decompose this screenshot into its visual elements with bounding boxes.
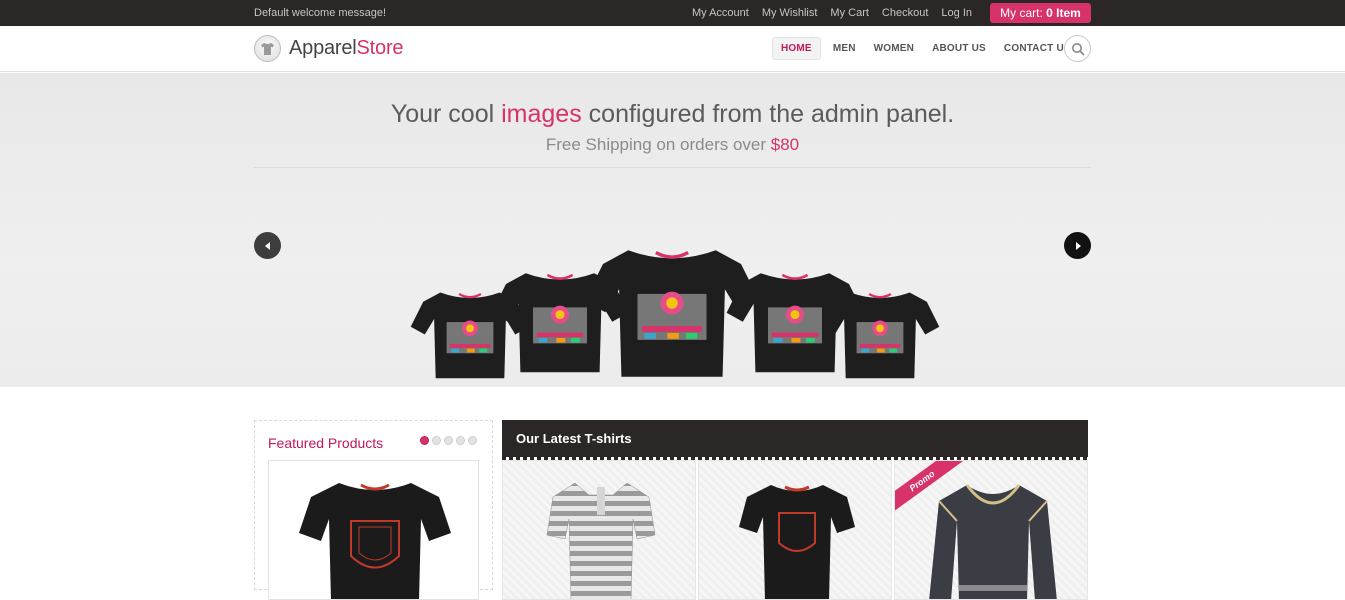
product-card[interactable]	[502, 460, 696, 600]
logo[interactable]: ApparelStore	[254, 35, 404, 62]
featured-product-image[interactable]	[268, 460, 479, 600]
black-tshirt-image	[739, 485, 855, 599]
tshirt-logo-icon	[254, 35, 281, 62]
arrow-left-icon	[264, 241, 270, 250]
featured-dot-3[interactable]	[444, 436, 453, 445]
featured-dot-2[interactable]	[432, 436, 441, 445]
featured-title: Featured Products	[268, 435, 384, 451]
featured-dot-5[interactable]	[468, 436, 477, 445]
striped-polo-image	[546, 482, 656, 599]
hero-sub-amount: $80	[770, 135, 800, 154]
slider-prev-button[interactable]	[254, 232, 281, 259]
cart-label: My cart:	[1000, 6, 1043, 20]
logo-text-store: Store	[356, 37, 404, 59]
nav-men[interactable]: MEN	[827, 37, 862, 60]
hero-tshirts-image	[409, 248, 941, 380]
hero-headline-post: configured from the admin panel.	[581, 100, 955, 128]
checkout-link[interactable]: Checkout	[882, 7, 928, 19]
cart-count: 0 Item	[1046, 6, 1081, 20]
arrow-right-icon	[1075, 241, 1081, 250]
hero-headline-pre: Your cool	[390, 100, 502, 128]
cart-button[interactable]: My cart: 0 Item	[990, 3, 1091, 23]
product-card[interactable]: Promo	[894, 460, 1088, 600]
logo-text-apparel: Apparel	[289, 37, 357, 59]
nav-women[interactable]: WOMEN	[868, 37, 920, 60]
my-cart-link[interactable]: My Cart	[830, 7, 869, 19]
log-in-link[interactable]: Log In	[941, 7, 972, 19]
hero-headline-accent: images	[501, 100, 582, 128]
latest-title: Our Latest T-shirts	[502, 420, 1088, 460]
hero-sub-pre: Free Shipping on orders over	[545, 135, 771, 154]
product-card[interactable]	[698, 460, 892, 600]
hero-divider	[254, 167, 1091, 168]
top-bar: Default welcome message! My Account My W…	[0, 0, 1345, 26]
nav-about-us[interactable]: ABOUT US	[926, 37, 992, 60]
main-nav: HOME MEN WOMEN ABOUT US CONTACT US	[772, 37, 1077, 60]
my-wishlist-link[interactable]: My Wishlist	[762, 7, 818, 19]
my-account-link[interactable]: My Account	[692, 7, 749, 19]
featured-dot-4[interactable]	[456, 436, 465, 445]
account-links: My Account My Wishlist My Cart Checkout …	[692, 7, 972, 19]
hero-slider: Your cool images configured from the adm…	[0, 73, 1345, 387]
site-header: ApparelStore HOME MEN WOMEN ABOUT US CON…	[0, 26, 1345, 72]
search-button[interactable]	[1064, 35, 1091, 62]
logo-text: ApparelStore	[289, 37, 404, 60]
featured-products: Featured Products	[254, 420, 493, 600]
featured-pagination	[420, 436, 477, 445]
latest-tshirts: Our Latest T-shirts Promo	[502, 420, 1088, 600]
hero-subline: Free Shipping on orders over $80	[0, 135, 1345, 155]
slider-next-button[interactable]	[1064, 232, 1091, 259]
hero-headline: Your cool images configured from the adm…	[0, 100, 1345, 129]
welcome-message: Default welcome message!	[254, 7, 387, 19]
search-icon	[1071, 42, 1084, 55]
featured-dot-1[interactable]	[420, 436, 429, 445]
nav-home[interactable]: HOME	[772, 37, 821, 60]
